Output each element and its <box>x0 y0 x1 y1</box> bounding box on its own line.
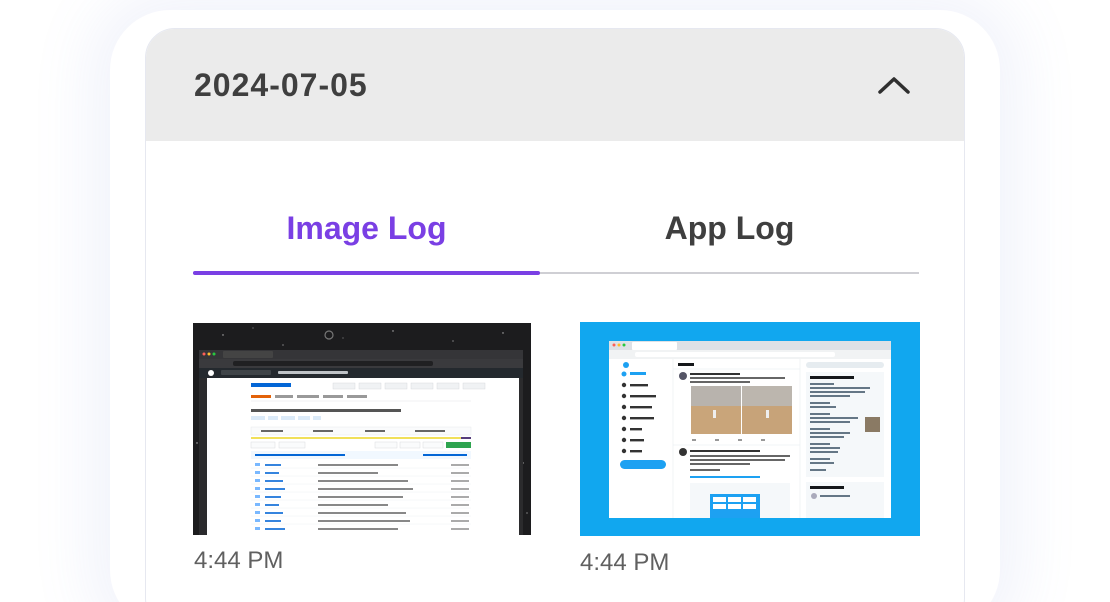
date-label: 2024-07-05 <box>194 66 368 103</box>
image-log-thumbnail-2[interactable] <box>580 322 920 536</box>
entry-time: 4:44 PM <box>194 547 284 574</box>
log-card: 2024-07-05 Image Log App Log 4:44 PM 4:4… <box>145 28 965 602</box>
chevron-up-icon[interactable] <box>874 65 914 105</box>
twitter-screenshot-image <box>580 322 920 536</box>
tab-image-log[interactable]: Image Log <box>193 184 540 275</box>
github-screenshot-image <box>193 323 531 535</box>
date-header[interactable]: 2024-07-05 <box>146 29 964 141</box>
log-tabs: Image Log App Log <box>193 184 919 275</box>
image-log-thumbnail-1[interactable] <box>193 323 531 535</box>
entry-time: 4:44 PM <box>580 549 670 576</box>
tab-app-log[interactable]: App Log <box>540 184 919 272</box>
